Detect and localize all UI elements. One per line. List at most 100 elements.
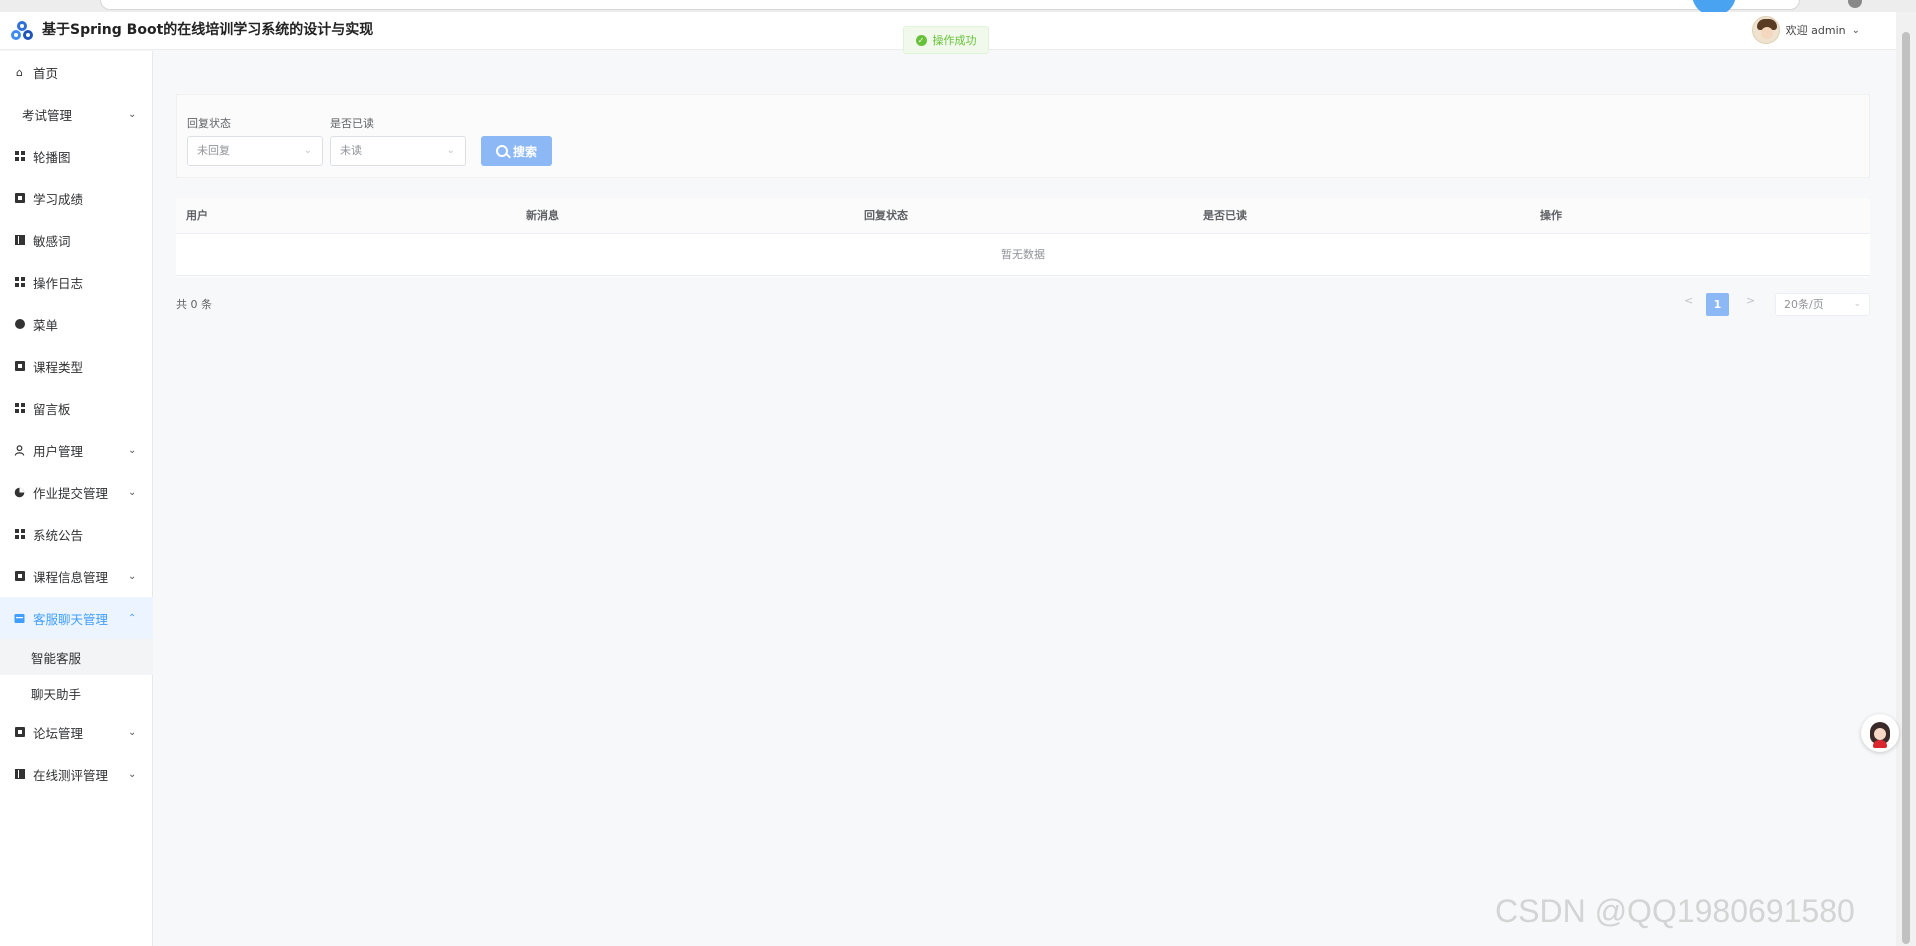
circle-icon: [14, 319, 25, 330]
table-header: 用户 新消息 回复状态 是否已读 操作: [176, 198, 1870, 234]
toast-message: 操作成功: [932, 34, 977, 47]
column-header-read-status: 是否已读: [1203, 209, 1247, 222]
sidebar-item-label: 作业提交管理: [33, 485, 109, 501]
sidebar-item-home[interactable]: ⌂ 首页: [0, 51, 153, 93]
sidebar-item-homework-management[interactable]: 作业提交管理 ⌄: [0, 471, 153, 513]
bars-icon: [14, 235, 25, 246]
square-icon: [14, 193, 25, 204]
pagination-page-current[interactable]: 1: [1706, 293, 1729, 316]
grid-icon: [14, 403, 25, 414]
chevron-down-icon: ⌄: [128, 726, 137, 738]
sidebar-item-forum-management[interactable]: 论坛管理 ⌄: [0, 711, 153, 753]
chevron-up-icon: ⌃: [128, 612, 137, 624]
sidebar-item-announcements[interactable]: 系统公告: [0, 513, 153, 555]
sidebar-item-label: 课程信息管理: [33, 569, 109, 585]
sidebar-item-online-assessment[interactable]: 在线测评管理 ⌄: [0, 753, 153, 795]
check-circle-icon: ✓: [915, 34, 927, 46]
sidebar-item-label: 考试管理: [22, 107, 73, 123]
sidebar-item-course-type[interactable]: 课程类型: [0, 345, 153, 387]
column-header-actions: 操作: [1540, 209, 1562, 222]
app-title: 基于Spring Boot的在线培训学习系统的设计与实现: [42, 22, 374, 38]
data-table: 用户 新消息 回复状态 是否已读 操作 暂无数据: [176, 198, 1870, 278]
sidebar-item-exam-management[interactable]: 考试管理 ⌄: [0, 93, 153, 135]
pagination-prev-button[interactable]: <: [1684, 294, 1693, 307]
sidebar-item-customer-chat[interactable]: 客服聊天管理 ⌃: [0, 597, 153, 639]
chevron-down-icon[interactable]: ⌄: [1852, 25, 1860, 36]
search-button[interactable]: 搜索: [481, 136, 552, 166]
read-status-value: 未读: [340, 144, 362, 157]
browser-strip: [0, 0, 1916, 16]
column-header-new-message: 新消息: [526, 209, 559, 222]
sidebar-item-label: 菜单: [33, 317, 59, 333]
reply-status-value: 未回复: [197, 144, 230, 157]
sidebar-item-message-board[interactable]: 留言板: [0, 387, 153, 429]
watermark: CSDN @QQ1980691580: [1495, 893, 1855, 929]
user-menu[interactable]: 欢迎 admin ⌄: [1751, 15, 1860, 45]
pie-icon: [14, 487, 25, 498]
message-icon: [14, 613, 25, 624]
sidebar-item-label: 客服聊天管理: [33, 611, 109, 627]
page-size-select[interactable]: 20条/页 ⌄: [1775, 293, 1870, 316]
square-icon: [14, 727, 25, 738]
chevron-down-icon: ⌄: [128, 444, 137, 456]
scrollbar-thumb[interactable]: [1902, 32, 1910, 944]
sidebar-item-label: 轮播图: [33, 149, 71, 165]
sidebar-item-label: 系统公告: [33, 527, 84, 543]
sidebar-subitem-chat-assistant[interactable]: 聊天助手: [0, 675, 153, 711]
pagination-total: 共 0 条: [176, 298, 212, 311]
app-logo-icon: [11, 21, 33, 40]
sidebar-item-label: 课程类型: [33, 359, 84, 375]
sidebar: ⌂ 首页 考试管理 ⌄ 轮播图 学习成绩 敏感词 操作日志 菜单 课程类型 留言…: [0, 51, 153, 946]
sidebar-item-label: 用户管理: [33, 443, 84, 459]
reply-status-select[interactable]: 未回复 ⌄: [187, 136, 323, 166]
sidebar-item-label: 在线测评管理: [33, 767, 109, 783]
sidebar-item-menu[interactable]: 菜单: [0, 303, 153, 345]
sidebar-item-sensitive-words[interactable]: 敏感词: [0, 219, 153, 261]
chevron-down-icon: ⌄: [128, 108, 137, 120]
chevron-down-icon: ⌄: [303, 145, 312, 156]
avatar[interactable]: [1751, 16, 1780, 44]
square-icon: [14, 571, 25, 582]
grid-icon: [14, 277, 25, 288]
reply-status-label: 回复状态: [187, 117, 231, 130]
sidebar-item-label: 留言板: [33, 401, 71, 417]
search-form: 回复状态 未回复 ⌄ 是否已读 未读 ⌄ 搜索: [176, 94, 1870, 178]
sidebar-item-carousel[interactable]: 轮播图: [0, 135, 153, 177]
sidebar-item-operation-log[interactable]: 操作日志: [0, 261, 153, 303]
sidebar-item-label: 学习成绩: [33, 191, 84, 207]
home-icon: ⌂: [16, 65, 23, 79]
chevron-down-icon: ⌄: [128, 768, 137, 780]
sidebar-subitem-label: 智能客服: [31, 650, 82, 666]
square-icon: [14, 361, 25, 372]
bars-icon: [14, 769, 25, 780]
sidebar-item-label: 论坛管理: [33, 725, 84, 741]
sidebar-item-scores[interactable]: 学习成绩: [0, 177, 153, 219]
sidebar-item-label: 操作日志: [33, 275, 84, 291]
chevron-down-icon: ⌄: [1853, 299, 1861, 309]
table-empty-text: 暂无数据: [176, 234, 1870, 276]
browser-menu-icon[interactable]: [1848, 0, 1862, 8]
sidebar-subitem-smart-service[interactable]: 智能客服: [0, 639, 153, 675]
chevron-down-icon: ⌄: [128, 486, 137, 498]
grid-icon: [14, 529, 25, 540]
address-bar[interactable]: [100, 0, 1800, 10]
sidebar-item-course-info[interactable]: 课程信息管理 ⌄: [0, 555, 153, 597]
page-size-value: 20条/页: [1784, 298, 1824, 311]
pagination-next-button[interactable]: >: [1746, 294, 1755, 307]
chat-assistant-avatar-icon[interactable]: [1861, 714, 1899, 752]
read-status-select[interactable]: 未读 ⌄: [330, 136, 466, 166]
read-status-label: 是否已读: [330, 117, 374, 130]
sidebar-item-label: 首页: [33, 65, 59, 81]
user-icon: [14, 444, 25, 456]
column-header-reply-status: 回复状态: [864, 209, 908, 222]
page-scrollbar[interactable]: [1896, 12, 1916, 946]
success-toast: ✓ 操作成功: [903, 26, 989, 54]
chevron-down-icon: ⌄: [128, 570, 137, 582]
grid-icon: [14, 151, 25, 162]
sidebar-subitem-label: 聊天助手: [31, 686, 82, 702]
page: 基于Spring Boot的在线培训学习系统的设计与实现 欢迎 admin ⌄ …: [0, 0, 1916, 946]
chevron-down-icon: ⌄: [446, 145, 455, 156]
sidebar-item-label: 敏感词: [33, 233, 71, 249]
welcome-text[interactable]: 欢迎 admin: [1786, 22, 1846, 38]
sidebar-item-user-management[interactable]: 用户管理 ⌄: [0, 429, 153, 471]
